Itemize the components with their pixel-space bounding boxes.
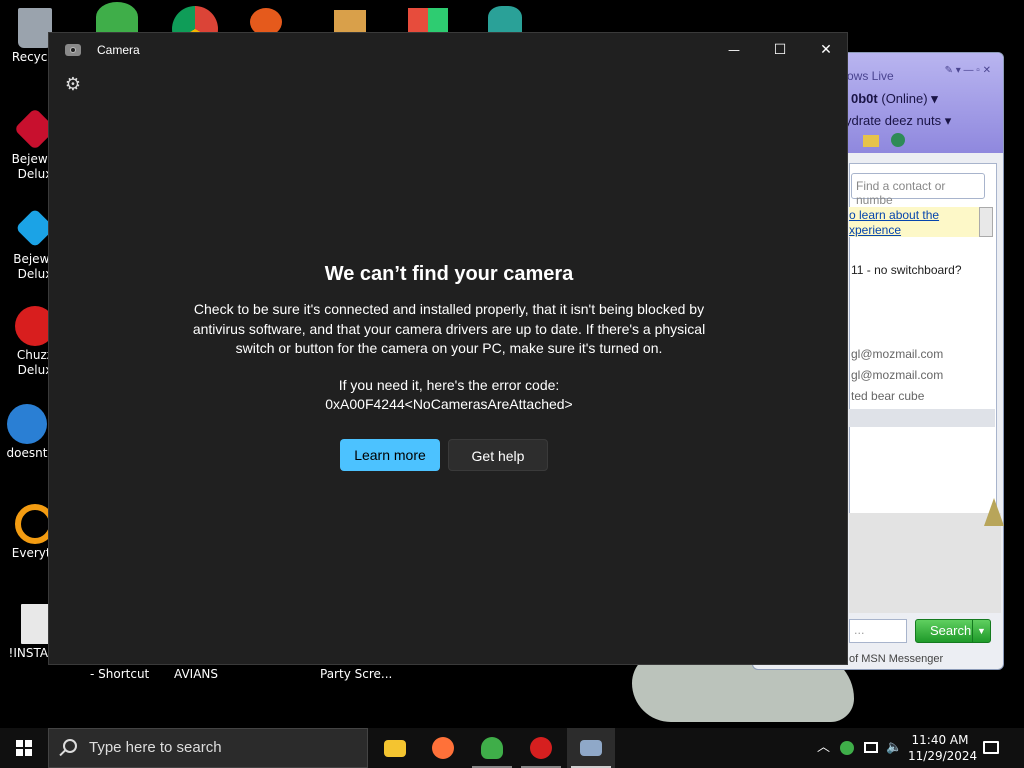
taskbar-app-camera[interactable] <box>567 728 615 768</box>
taskbar-search-placeholder: Type here to search <box>89 739 222 756</box>
msn-ad-area <box>849 513 1001 613</box>
maximize-button[interactable]: ☐ <box>757 33 803 67</box>
msn-footer-text: of MSN Messenger <box>849 653 944 665</box>
msn-status-line[interactable]: 0b0t (Online) ▾ <box>851 91 938 107</box>
camera-window[interactable]: Camera — ☐ ✕ ⚙ We can’t find your camera… <box>48 32 848 665</box>
notification-icon[interactable] <box>983 741 999 754</box>
msn-personal-message[interactable]: ydrate deez nuts ▾ <box>845 113 951 129</box>
messenger-buddy-icon <box>481 737 503 759</box>
volume-icon[interactable]: 🔈 <box>886 740 902 756</box>
taskbar-search-box[interactable]: Type here to search <box>48 728 368 768</box>
globe-icon[interactable] <box>891 133 905 147</box>
msn-contact-row[interactable]: 11 - no switchboard? <box>851 263 962 277</box>
camera-titlebar[interactable]: Camera — ☐ ✕ <box>49 33 847 67</box>
learn-more-button[interactable]: Learn more <box>340 438 440 471</box>
msn-scrollbar[interactable] <box>979 207 993 237</box>
msn-contact-row[interactable]: gl@mozmail.com <box>851 347 943 361</box>
chevron-up-icon[interactable]: ︿ <box>817 740 830 756</box>
msn-window-controls[interactable]: ✎ ▾ — ▫ ✕ <box>945 65 991 76</box>
camera-window-title: Camera <box>97 43 140 57</box>
msn-personal-message-text: ydrate deez nuts <box>845 113 942 128</box>
msn-info-link-line1: o learn about the <box>849 208 940 222</box>
settings-gear-icon[interactable]: ⚙ <box>63 75 83 95</box>
desktop-icon-messenger-top[interactable] <box>96 2 138 32</box>
error-code: 0xA00F4244<NoCamerasAreAttached> <box>325 395 573 412</box>
error-heading: We can’t find your camera <box>324 263 574 285</box>
desktop: Recycle Bejewel Delux Bejewe Delux Chuzz… <box>0 0 1024 728</box>
clock-time: 11:40 AM <box>911 733 969 747</box>
desktop-icon-windows-top[interactable] <box>408 8 448 34</box>
msn-info-link[interactable]: o learn about the xperience <box>849 207 979 237</box>
camera-action-buttons: Learn more Get help <box>39 438 849 471</box>
camera-app-icon <box>65 44 81 56</box>
windows-logo-icon <box>16 740 32 756</box>
msn-status: (Online) <box>881 91 928 106</box>
network-icon[interactable] <box>864 742 878 753</box>
msn-contact-row[interactable]: gl@mozmail.com <box>851 368 943 382</box>
desktop-label-party-screen: Party Scre... <box>320 667 393 681</box>
camera-error-panel: We can’t find your camera Check to be su… <box>49 263 849 471</box>
taskbar-clock[interactable]: 11:40 AM 11/29/2024 <box>908 732 978 764</box>
msn-find-contact-input[interactable]: Find a contact or numbe <box>851 173 985 207</box>
msn-search-button-label: Search <box>930 623 972 638</box>
folder-icon[interactable] <box>863 135 879 147</box>
desktop-label-avians: AVIANS <box>174 667 218 681</box>
error-code-intro: If you need it, here's the error code: <box>338 376 560 393</box>
clock-date: 11/29/2024 <box>908 749 978 763</box>
msn-window-title: ows Live <box>847 69 894 83</box>
messenger-tray-icon[interactable] <box>840 741 854 755</box>
firefox-icon <box>432 737 454 759</box>
radiation-icon <box>530 737 552 759</box>
start-button[interactable] <box>0 728 48 768</box>
desktop-label-shortcut: - Shortcut <box>90 667 150 681</box>
document-icon <box>21 604 49 644</box>
minimize-button[interactable]: — <box>711 33 757 67</box>
desktop-icon-character-top[interactable] <box>488 6 522 34</box>
get-help-button[interactable]: Get help <box>448 438 548 471</box>
msn-contact-row[interactable]: ted bear cube <box>851 389 924 403</box>
taskbar: Type here to search ︿ 🔈 11:40 AM 11/29/2… <box>0 728 1024 768</box>
desktop-icon-tool-top[interactable] <box>334 10 366 34</box>
camera-icon <box>580 740 602 756</box>
msn-info-link-line2: xperience <box>849 223 902 237</box>
taskbar-app-firefox[interactable] <box>419 728 467 768</box>
folder-icon <box>384 740 406 757</box>
taskbar-app-file-explorer[interactable] <box>371 728 419 768</box>
taskbar-app-msn-messenger[interactable] <box>468 728 516 768</box>
msn-selected-row <box>849 409 995 427</box>
chevron-down-icon[interactable]: ▼ <box>972 620 990 642</box>
msn-display-name: 0b0t <box>851 91 878 106</box>
error-code-block: If you need it, here's the error code: 0… <box>49 376 849 414</box>
msn-search-field[interactable]: ... <box>849 619 907 643</box>
search-icon <box>63 739 77 753</box>
msn-search-button[interactable]: Search ▼ <box>915 619 991 643</box>
recycle-bin-icon <box>18 8 52 48</box>
pyramid-icon <box>984 498 1004 526</box>
close-button[interactable]: ✕ <box>803 33 849 67</box>
taskbar-app-radiation[interactable] <box>517 728 565 768</box>
error-message: Check to be sure it's connected and inst… <box>192 301 706 356</box>
